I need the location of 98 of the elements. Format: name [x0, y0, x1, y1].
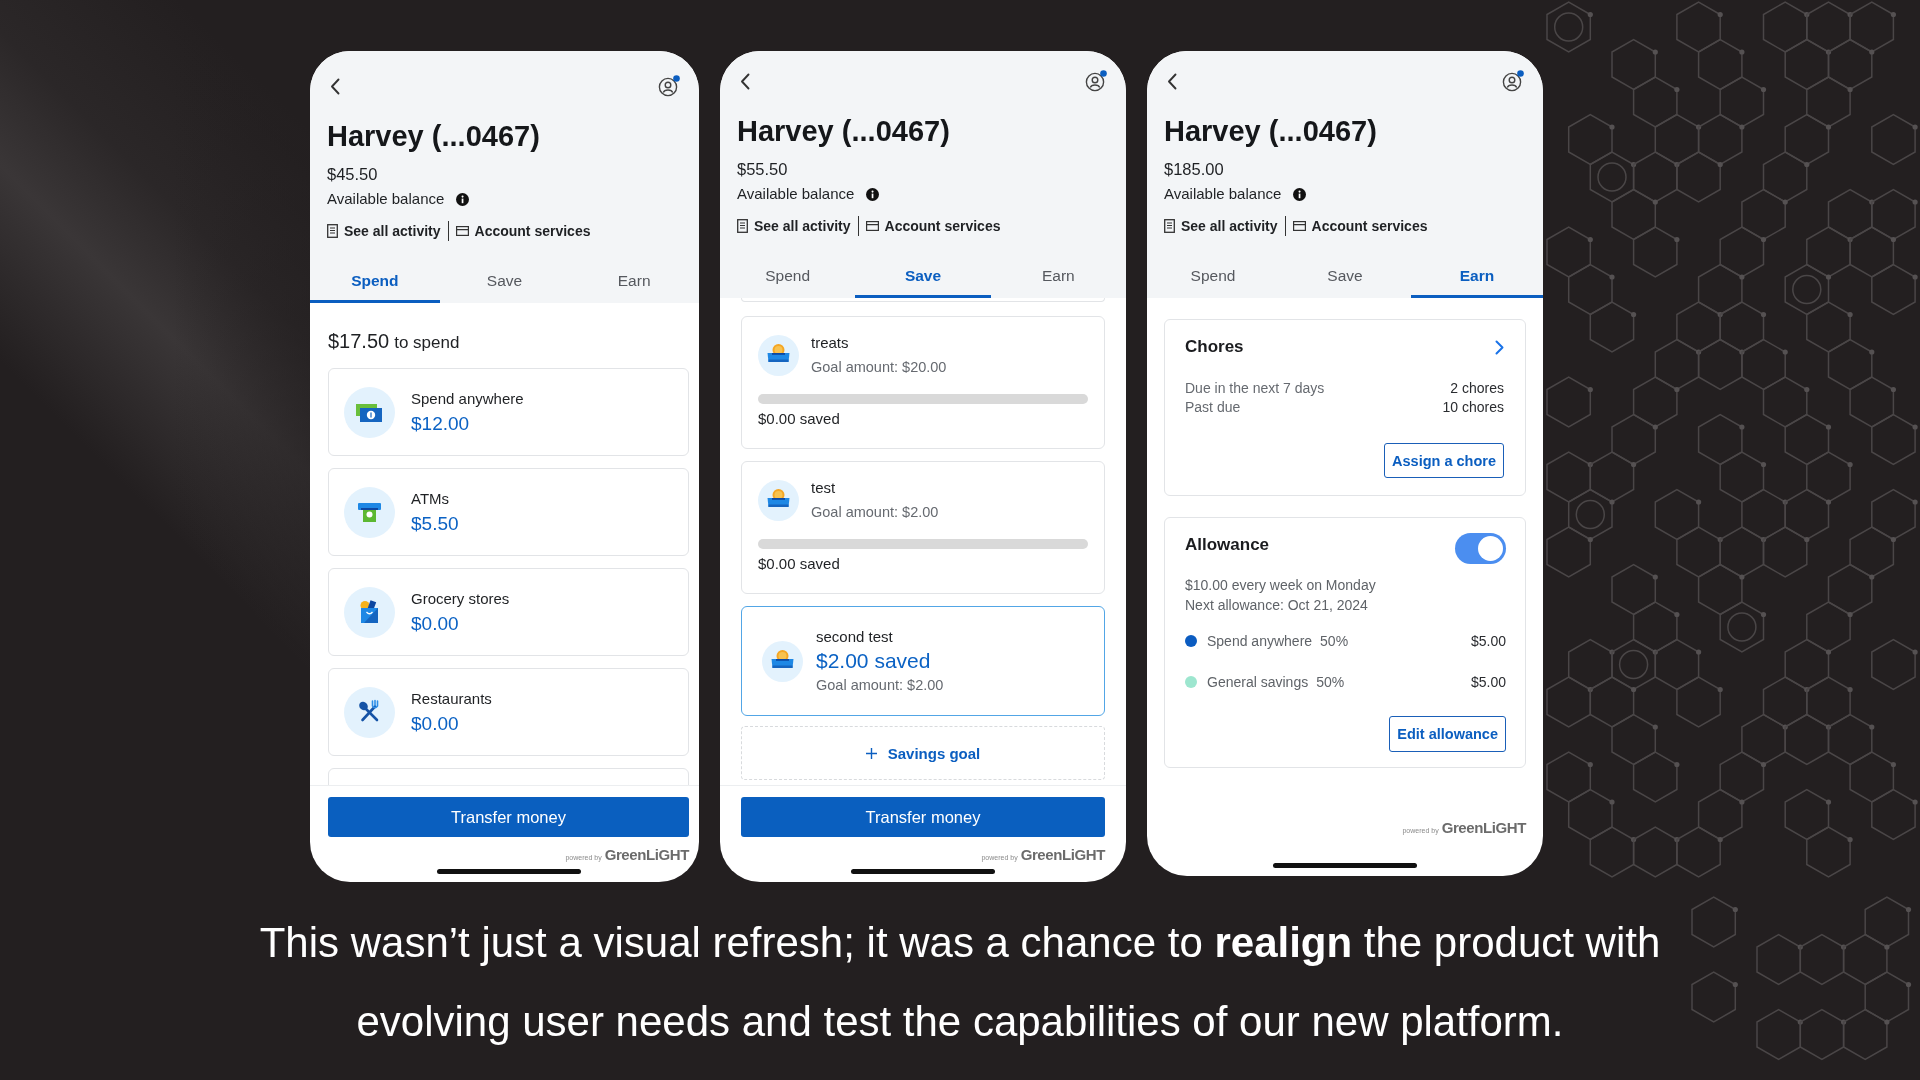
split-amount: $5.00 [1470, 673, 1506, 692]
plus-icon [865, 747, 877, 759]
add-goal-button[interactable]: Savings goal [741, 726, 1105, 780]
goal-name: treats [811, 333, 850, 353]
tab[interactable]: Earn [990, 256, 1126, 298]
card-icon [455, 226, 469, 236]
tab[interactable]: Save [439, 261, 570, 303]
coin-tray-icon [762, 640, 803, 682]
tab[interactable]: Earn [569, 261, 699, 303]
goal-card[interactable]: treats Goal amount: $20.00 $0.00 saved [741, 316, 1105, 449]
split-percent: 50% [1320, 632, 1349, 651]
info-icon[interactable] [866, 187, 880, 201]
info-icon[interactable] [1293, 187, 1307, 201]
schedule-text: $10.00 every week on Monday [1185, 576, 1377, 595]
chore-count: 10 chores [1442, 398, 1504, 417]
coin-tray-icon [758, 479, 799, 521]
category-amount: $5.50 [411, 511, 459, 536]
schedule-text: Next allowance: Oct 21, 2024 [1185, 596, 1369, 615]
caption-text: This wasn’t just a visual refresh; it was a chance to realign the product with evolving user needs and test the capabilities of our new platform. [258, 918, 1662, 1047]
services-link[interactable]: Account services [455, 221, 591, 241]
category-card[interactable]: Restaurants $0.00 [328, 668, 689, 756]
activity-link[interactable]: See all activity [1164, 216, 1278, 236]
logo-wordmark: GreenLiGHT [604, 848, 689, 862]
goal-target: Goal amount: $2.00 [816, 676, 944, 695]
category-amount: $0.00 [411, 711, 460, 736]
category-name: ATMs [411, 488, 451, 509]
card-icon [865, 221, 879, 231]
activity-link[interactable]: See all activity [737, 216, 851, 236]
card-title: Allowance [1185, 534, 1270, 556]
account-icon[interactable] [1502, 70, 1524, 92]
document-icon [1164, 219, 1175, 233]
goal-card[interactable]: second test $2.00 saved Goal amount: $2.00 [741, 606, 1105, 716]
edit-allowance-button[interactable]: Edit allowance [1389, 716, 1506, 752]
back-icon[interactable] [740, 72, 750, 90]
services-link[interactable]: Account services [1292, 216, 1428, 236]
saved-amount: $0.00 saved [758, 554, 841, 574]
tab[interactable]: Earn [1411, 256, 1543, 298]
account-title: Harvey (...0467) [1164, 114, 1378, 149]
account-icon[interactable] [1085, 70, 1107, 92]
chore-count: 2 chores [1450, 379, 1504, 398]
logo-wordmark: GreenLiGHT [1020, 848, 1105, 862]
spend-label: to spend [394, 332, 460, 354]
transfer-button[interactable]: Transfer money [328, 797, 689, 837]
goal-target: Goal amount: $20.00 [811, 358, 947, 377]
split-name: General savings [1207, 673, 1309, 692]
tab[interactable]: Save [1279, 256, 1411, 298]
category-card[interactable]: Spend anywhere $12.00 [328, 368, 689, 456]
category-name: Restaurants [411, 688, 492, 709]
shopping-bag-icon [344, 586, 395, 638]
utensils-icon [344, 686, 395, 738]
balance-amount: $185.00 [1164, 159, 1225, 180]
chevron-right-icon[interactable] [1495, 339, 1504, 355]
account-title: Harvey (...0467) [327, 119, 541, 154]
category-name: Grocery stores [411, 588, 510, 609]
tab[interactable]: Spend [1147, 256, 1279, 298]
saved-amount: $2.00 saved [816, 648, 932, 674]
logo-wordmark: GreenLiGHT [1441, 821, 1526, 835]
cash-icon [344, 386, 395, 438]
account-title: Harvey (...0467) [737, 114, 951, 149]
category-card[interactable]: ATMs $5.50 [328, 468, 689, 556]
assign-chore-button[interactable]: Assign a chore [1384, 443, 1504, 478]
account-icon[interactable] [658, 75, 680, 97]
back-icon[interactable] [1167, 72, 1177, 90]
atm-icon [344, 486, 395, 538]
chore-label: Due in the next 7 days [1185, 379, 1325, 398]
chore-label: Past due [1185, 398, 1241, 417]
balance-label: Available balance [1164, 184, 1282, 204]
services-link[interactable]: Account services [865, 216, 1001, 236]
split-percent: 50% [1316, 673, 1345, 692]
category-name: Spend anywhere [411, 388, 524, 409]
tab[interactable]: Spend [720, 256, 856, 298]
activity-link[interactable]: See all activity [327, 221, 441, 241]
goal-name: test [811, 478, 837, 498]
back-icon[interactable] [330, 77, 340, 95]
category-card[interactable]: Grocery stores $0.00 [328, 568, 689, 656]
tab[interactable]: Save [855, 256, 991, 298]
allowance-toggle[interactable] [1455, 533, 1506, 564]
balance-label: Available balance [327, 189, 445, 209]
goal-name: second test [816, 627, 894, 647]
saved-amount: $0.00 saved [758, 409, 841, 429]
split-name: Spend anywhere [1207, 632, 1313, 651]
info-icon[interactable] [456, 192, 470, 206]
card-icon [1292, 221, 1306, 231]
balance-amount: $55.50 [737, 159, 789, 180]
document-icon [327, 224, 338, 238]
goal-target: Goal amount: $2.00 [811, 503, 939, 522]
coin-tray-icon [758, 334, 799, 376]
balance-amount: $45.50 [327, 164, 379, 185]
card-title: Chores [1185, 336, 1244, 358]
category-amount: $12.00 [411, 411, 471, 436]
category-amount: $0.00 [411, 611, 460, 636]
tab[interactable]: Spend [310, 261, 440, 303]
document-icon [737, 219, 748, 233]
balance-label: Available balance [737, 184, 855, 204]
split-amount: $5.00 [1470, 632, 1506, 651]
goal-card[interactable]: test Goal amount: $2.00 $0.00 saved [741, 461, 1105, 594]
spend-amount: $17.50 [328, 329, 390, 353]
transfer-button[interactable]: Transfer money [741, 797, 1105, 837]
